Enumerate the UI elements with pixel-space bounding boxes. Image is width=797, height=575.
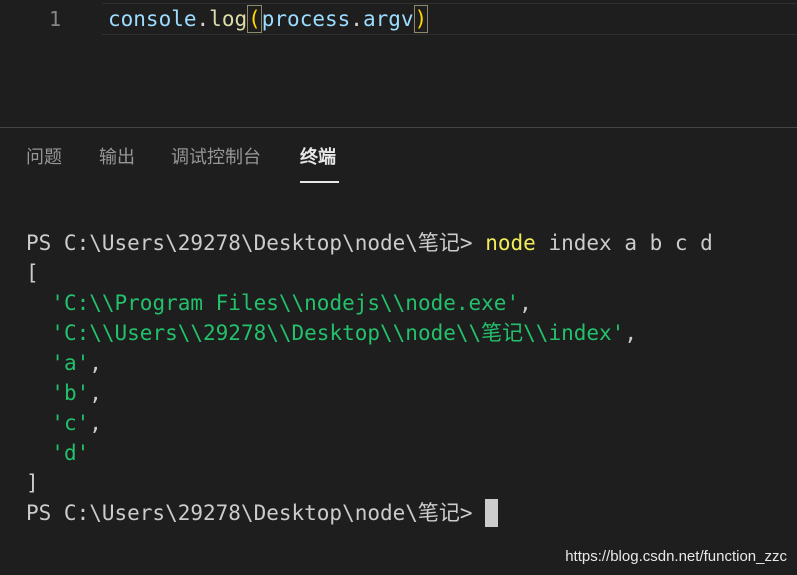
terminal-output-string: 'b' [51, 381, 90, 405]
terminal-output-item: 'd' [26, 438, 89, 468]
watermark: https://blog.csdn.net/function_zzc [565, 548, 787, 565]
code-token-object: console [108, 7, 197, 31]
terminal-output-comma: , [89, 411, 102, 435]
code-token-arg-prop: argv [362, 7, 414, 31]
terminal-prompt-line[interactable]: PS C:\Users\29278\Desktop\node\笔记> [26, 498, 499, 528]
code-editor[interactable]: 1 console.log(process.argv) [0, 0, 797, 127]
terminal-output-item: 'c', [26, 408, 102, 438]
terminal-output-item: 'b', [26, 378, 102, 408]
terminal-output-string: 'a' [51, 351, 90, 375]
terminal-output-item: 'C:\\Users\\29278\\Desktop\\node\\笔记\\in… [26, 318, 637, 348]
terminal-output-string: 'd' [51, 441, 90, 465]
terminal-output-string: 'c' [51, 411, 90, 435]
terminal-output-comma: , [624, 321, 637, 345]
code-token-arg-object: process [261, 7, 351, 31]
terminal-prompt: PS C:\Users\29278\Desktop\node\笔记> [26, 231, 486, 255]
tab-problems[interactable]: 问题 [26, 146, 62, 170]
code-token-open-paren: ( [247, 5, 262, 33]
line-number: 1 [49, 7, 62, 31]
panel-tabs: 问题 输出 调试控制台 终端 [0, 128, 797, 184]
terminal-command: node [485, 231, 536, 255]
terminal-output-string: 'C:\\Program Files\\nodejs\\node.exe' [51, 291, 520, 315]
active-tab-indicator [300, 181, 339, 183]
tab-terminal[interactable]: 终端 [300, 146, 336, 170]
terminal-output-item: 'a', [26, 348, 102, 378]
code-token-dot: . [350, 7, 363, 31]
code-token-method: log [209, 7, 248, 31]
code-line[interactable]: console.log(process.argv) [108, 4, 429, 34]
terminal-output-string: 'C:\\Users\\29278\\Desktop\\node\\笔记\\in… [51, 321, 625, 345]
tab-output[interactable]: 输出 [99, 146, 135, 170]
terminal-output-close-bracket: ] [26, 471, 39, 495]
terminal[interactable]: PS C:\Users\29278\Desktop\node\笔记> node … [0, 184, 797, 575]
terminal-output-comma: , [89, 381, 102, 405]
terminal-command-args: index a b c d [535, 231, 713, 255]
tab-debug-console[interactable]: 调试控制台 [171, 146, 261, 170]
terminal-output-open-bracket: [ [26, 261, 39, 285]
terminal-output-item: 'C:\\Program Files\\nodejs\\node.exe', [26, 288, 532, 318]
terminal-cursor [485, 499, 499, 527]
code-token-close-paren: ) [413, 5, 429, 33]
terminal-prompt: PS C:\Users\29278\Desktop\node\笔记> [26, 501, 486, 525]
terminal-output-comma: , [519, 291, 532, 315]
terminal-command-line: PS C:\Users\29278\Desktop\node\笔记> node … [26, 228, 713, 258]
code-token-dot: . [196, 7, 210, 31]
terminal-output-comma: , [89, 351, 102, 375]
